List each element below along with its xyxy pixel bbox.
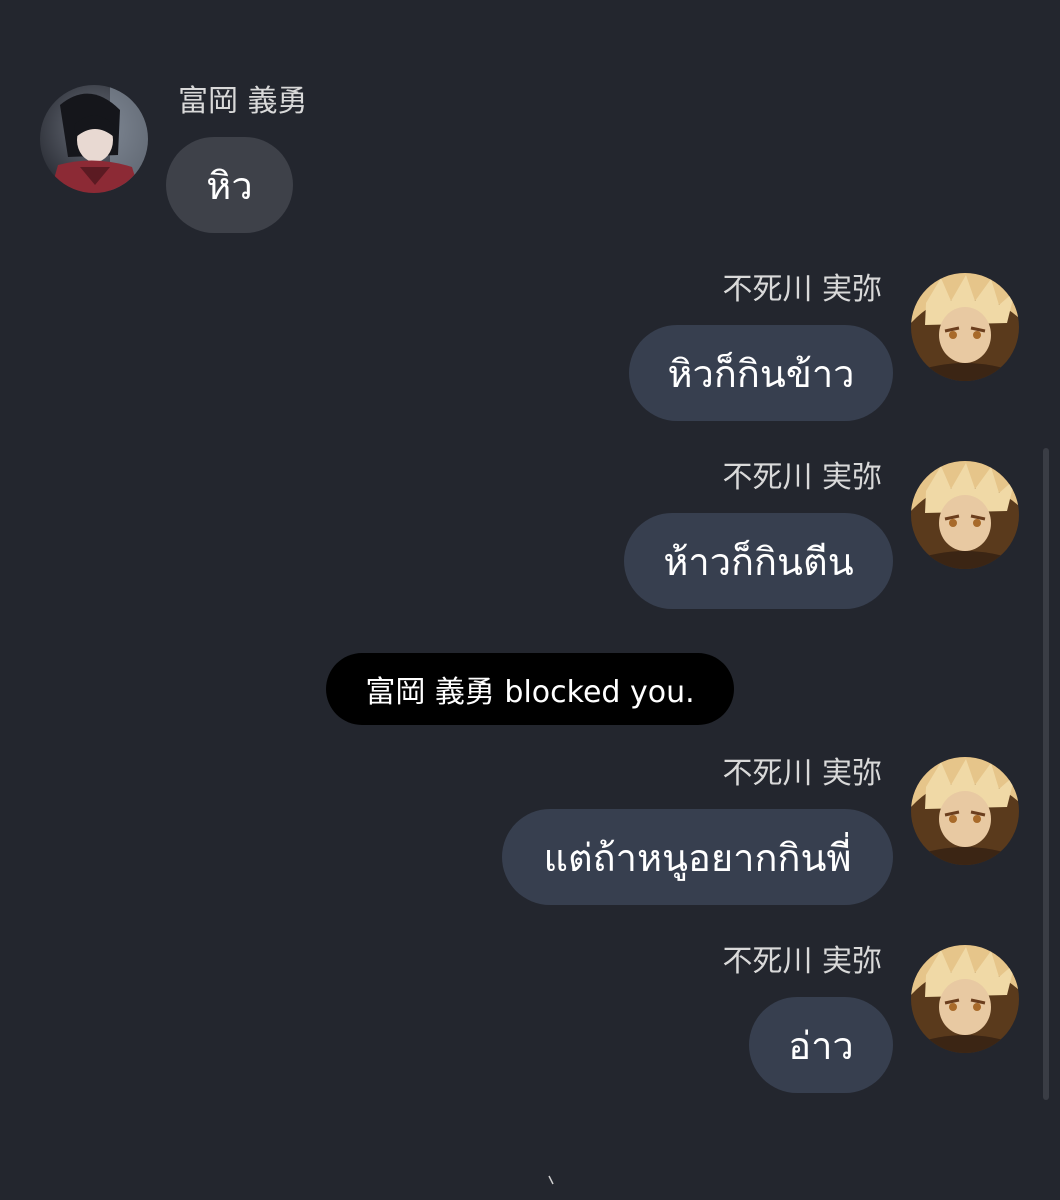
sender-avatar[interactable]	[911, 273, 1019, 381]
avatar-image	[911, 273, 1019, 381]
avatar-image	[911, 945, 1019, 1053]
message-bubble[interactable]: แต่ถ้าหนูอยากกินพี่	[502, 809, 893, 905]
sender-name: 不死川 実弥	[722, 756, 882, 791]
handle-icon	[546, 1172, 560, 1186]
message-bubble[interactable]: อ่าว	[749, 997, 893, 1093]
sender-name: 不死川 実弥	[722, 272, 882, 307]
message-bubble[interactable]: ห้าวก็กินตีน	[624, 513, 893, 609]
sender-name: 富岡 義勇	[178, 84, 308, 119]
message-bubble[interactable]: หิวก็กินข้าว	[629, 325, 893, 421]
avatar-image	[911, 757, 1019, 865]
sender-avatar[interactable]	[911, 757, 1019, 865]
avatar-image	[911, 461, 1019, 569]
sender-name: 不死川 実弥	[722, 944, 882, 979]
sender-avatar[interactable]	[911, 461, 1019, 569]
sender-avatar[interactable]	[40, 85, 148, 193]
message-bubble[interactable]: หิว	[166, 137, 293, 233]
blocked-notice: 富岡 義勇 blocked you.	[326, 653, 734, 725]
sender-avatar[interactable]	[911, 945, 1019, 1053]
avatar-image	[40, 85, 148, 193]
sender-name: 不死川 実弥	[722, 460, 882, 495]
scrollbar[interactable]	[1043, 448, 1049, 1100]
chat-area: 富岡 義勇 หิว 不死川 実弥 หิวก็กินข้าว 不死川 実弥 ห้า…	[0, 0, 1060, 1200]
